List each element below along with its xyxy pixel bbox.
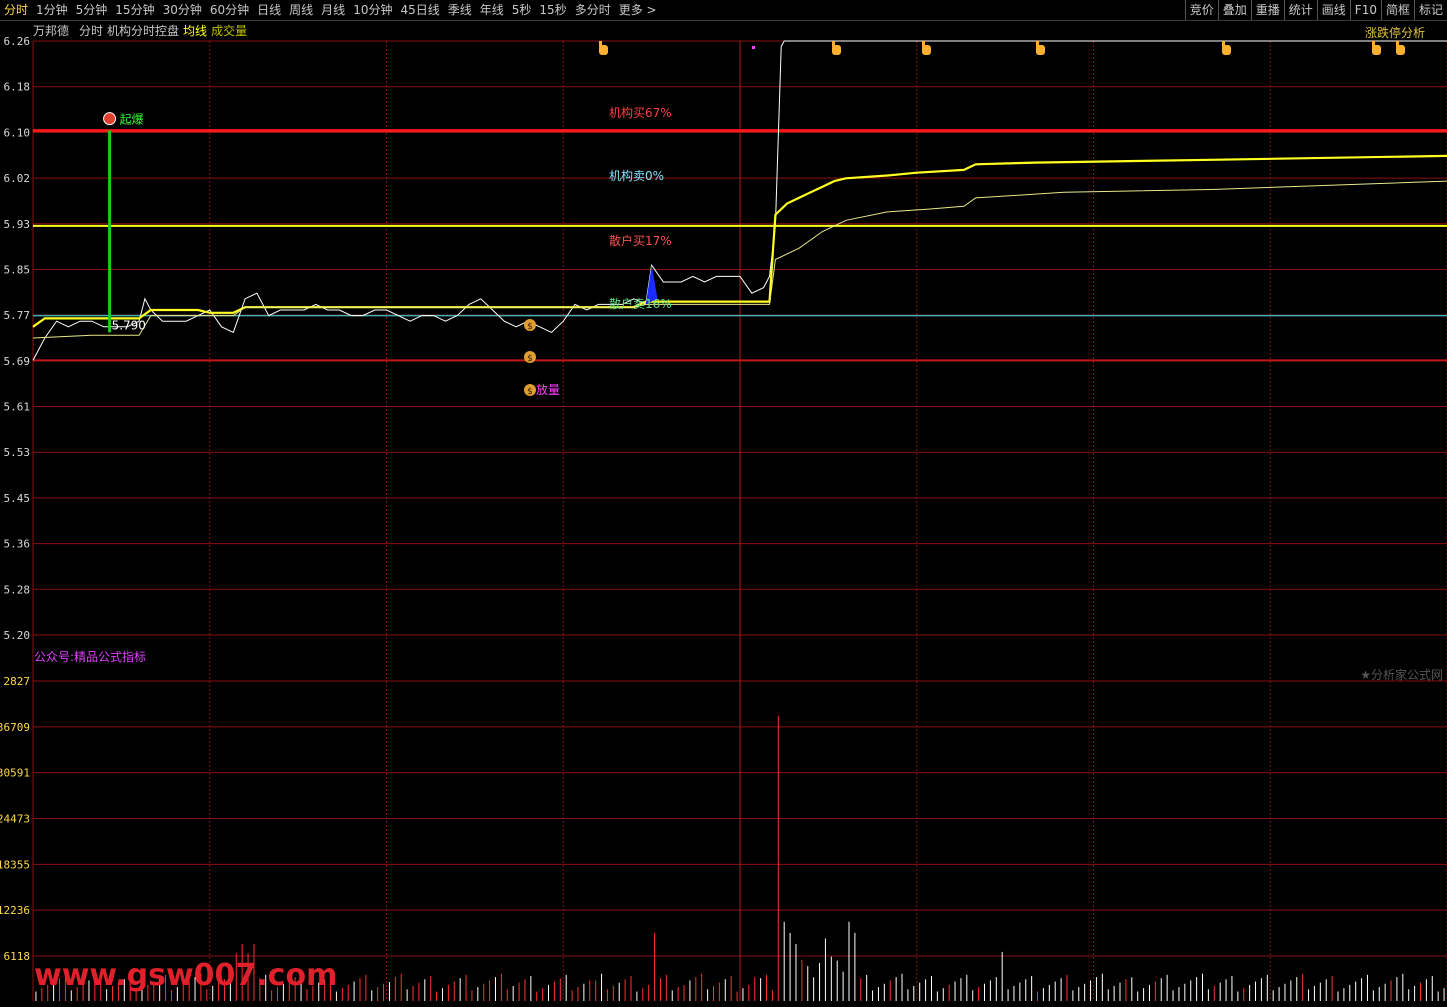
tab-6[interactable]: 日线 [253,0,285,20]
chart-info-bar: 万邦德 分时 机构分时控盘 均线 成交量 [33,21,247,41]
watermark-text: www.gsw007.com [34,958,338,993]
tab-4[interactable]: 30分钟 [159,0,206,20]
tab-1[interactable]: 1分钟 [32,0,72,20]
volume-tick-label: 30591 [0,767,30,780]
money-bag-icon-glyph: $ [527,322,533,332]
period-toolbar: 分时 1分钟 5分钟 15分钟 30分钟 60分钟 日线 周线 月线 10分钟 45日线 季线 年线 5秒… [0,0,1447,21]
flow-label-2: 散户买17% [609,233,672,248]
public-account-text: 公众号:精品公式指标 [34,650,147,664]
price-tick-label: 6.18 [4,81,31,94]
volume-tick-label: 2827 [4,675,31,688]
annotation-qibao: 起爆 [120,113,144,127]
annotation-volume-burst: 放量 [536,382,560,397]
intraday-chart[interactable]: 6.26 6.18 6.10 6.02 5.93 5.85 5.77 5.69 5.61 5.53… [0,0,1447,1007]
price-tick-label: 5.36 [4,538,31,551]
limit-analysis-link[interactable]: 涨跌停分析 [1365,24,1425,41]
price-tick-label: 5.53 [4,446,31,459]
price-tick-label: 5.28 [4,583,31,596]
volume-tick-label: 6118 [4,950,31,963]
tab-13[interactable]: 5秒 [508,0,536,20]
toolbar-button-2[interactable]: 重播 [1250,0,1284,20]
flow-label-3: 散户卖16% [609,296,672,311]
tab-0[interactable]: 分时 [0,0,32,20]
stock-name[interactable]: 万邦德 [33,21,69,41]
hand-pointer-icon-finger [1036,41,1039,47]
price-tick-label: 6.02 [4,172,31,185]
price-tick-label: 5.69 [4,355,31,368]
money-bag-icon-glyph: $ [527,354,533,364]
price-tick-label: 6.10 [4,126,31,139]
hand-pointer-icon-finger [599,41,602,47]
period-tabs: 分时 1分钟 5分钟 15分钟 30分钟 60分钟 日线 周线 月线 10分钟 45日线 季线 年线 5秒… [0,0,661,20]
tab-7[interactable]: 周线 [285,0,317,20]
right-toolbar-buttons: 竞价 叠加 重播 统计 画线 F10 简框 标记 [1184,0,1447,20]
annotation-price: 5.790 [112,319,146,333]
tab-2[interactable]: 5分钟 [72,0,112,20]
price-tick-label: 5.85 [4,263,31,276]
toolbar-button-5[interactable]: F10 [1349,0,1381,20]
tab-15[interactable]: 多分时 [571,0,615,20]
tab-10[interactable]: 45日线 [396,0,443,20]
indicator-name[interactable]: 机构分时控盘 [107,21,179,41]
avg-line-label: 均线 [183,24,208,38]
volume-tick-label: 12236 [0,904,30,917]
tab-16[interactable]: 更多 > [615,0,661,20]
volume-tick-label: 36709 [0,721,30,734]
chart-mode-label: 分时 [79,24,104,38]
toolbar-button-7[interactable]: 标记 [1413,0,1447,20]
money-bag-icon-glyph: $ [527,387,533,397]
tab-9[interactable]: 10分钟 [349,0,396,20]
hand-pointer-icon-finger [1396,41,1399,47]
toolbar-button-1[interactable]: 叠加 [1217,0,1251,20]
volume-label: 成交量 [211,24,248,38]
flow-label-1: 机构卖0% [609,168,664,183]
volume-tick-label: 18355 [0,858,30,871]
hand-pointer-icon-finger [1372,41,1375,47]
marker-dot [752,46,755,49]
tab-14[interactable]: 15秒 [535,0,570,20]
tab-12[interactable]: 年线 [476,0,508,20]
tab-5[interactable]: 60分钟 [206,0,253,20]
toolbar-button-6[interactable]: 简框 [1380,0,1414,20]
price-tick-label: 6.26 [4,35,31,48]
flow-label-0: 机构买67% [609,105,672,120]
tab-8[interactable]: 月线 [317,0,349,20]
price-tick-label: 5.93 [4,218,31,231]
toolbar-button-4[interactable]: 画线 [1316,0,1350,20]
hand-pointer-icon-finger [1222,41,1225,47]
price-tick-label: 5.61 [4,401,31,414]
hand-pointer-icon-finger [922,41,925,47]
toolbar-button-3[interactable]: 统计 [1283,0,1317,20]
volume-tick-label: 24473 [0,813,30,826]
price-tick-label: 5.45 [4,492,31,505]
footer-credit: ★分析家公式网 [1360,668,1443,682]
hand-pointer-icon-finger [832,41,835,47]
price-tick-label: 5.20 [4,629,31,642]
price-tick-label: 5.77 [4,309,31,322]
tab-11[interactable]: 季线 [444,0,476,20]
tab-3[interactable]: 15分钟 [111,0,158,20]
toolbar-button-0[interactable]: 竞价 [1184,0,1218,20]
breakout-icon [103,112,117,126]
